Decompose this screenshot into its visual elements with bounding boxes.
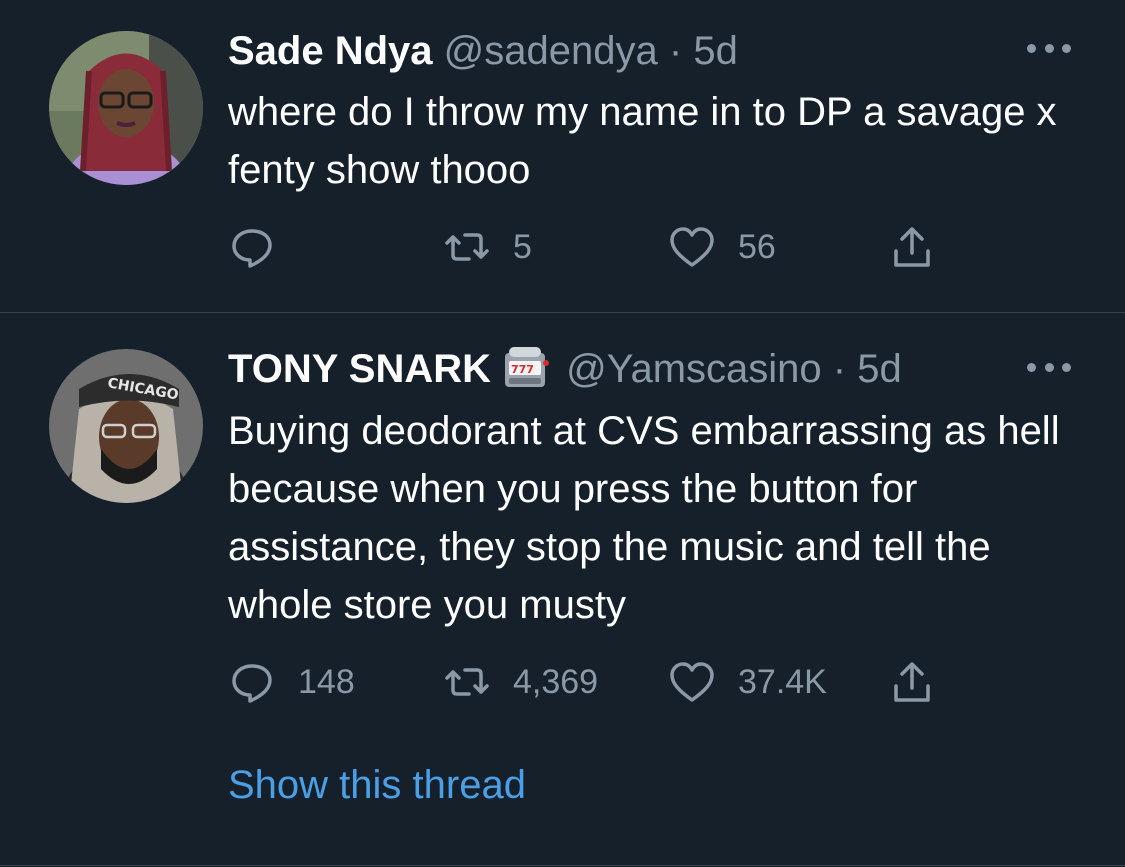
reply-icon xyxy=(228,658,276,706)
display-name[interactable]: TONY SNARK xyxy=(228,347,491,391)
share-button[interactable] xyxy=(888,657,936,707)
share-icon xyxy=(888,223,936,271)
handle[interactable]: @Yamscasino xyxy=(566,347,822,391)
like-count: 37.4K xyxy=(738,662,827,701)
timestamp[interactable]: 5d xyxy=(693,29,738,73)
like-button[interactable]: 37.4K xyxy=(668,657,827,707)
like-icon xyxy=(668,658,716,706)
timestamp[interactable]: 5d xyxy=(857,347,902,391)
separator: · xyxy=(832,347,847,391)
tweet-text: Buying deodorant at CVS embarrassing as … xyxy=(228,409,1060,627)
retweet-icon xyxy=(443,658,491,706)
tweet-header: TONY SNARK 777 @Yamscasino · 5d xyxy=(228,345,902,393)
more-icon[interactable] xyxy=(1027,357,1071,377)
tweet-text: where do I throw my name in to DP a sava… xyxy=(228,90,1057,192)
share-button[interactable] xyxy=(888,222,936,272)
handle[interactable]: @sadendya xyxy=(444,29,658,73)
reply-count: 148 xyxy=(298,662,355,701)
share-icon xyxy=(888,658,936,706)
retweet-count: 4,369 xyxy=(513,662,599,701)
reply-button[interactable] xyxy=(228,222,298,272)
display-name[interactable]: Sade Ndya xyxy=(228,29,433,73)
avatar[interactable] xyxy=(49,31,203,185)
svg-text:777: 777 xyxy=(511,363,534,376)
tweet-header: Sade Ndya @sadendya · 5d xyxy=(228,27,738,75)
more-icon[interactable] xyxy=(1027,38,1071,58)
retweet-icon xyxy=(443,223,491,271)
show-thread-link[interactable]: Show this thread xyxy=(228,763,526,808)
tweet[interactable]: CHICAGO TONY SNARK 777 @Yamscasino · 5d B… xyxy=(0,313,1125,866)
retweet-count: 5 xyxy=(513,227,532,266)
tweet[interactable]: Sade Ndya @sadendya · 5d where do I thro… xyxy=(0,0,1125,313)
reply-icon xyxy=(228,223,276,271)
like-icon xyxy=(668,223,716,271)
retweet-button[interactable]: 5 xyxy=(443,222,532,272)
like-count: 56 xyxy=(738,227,776,266)
slot-machine-emoji: 777 xyxy=(501,345,550,389)
like-button[interactable]: 56 xyxy=(668,222,776,272)
reply-button[interactable]: 148 xyxy=(228,657,355,707)
retweet-button[interactable]: 4,369 xyxy=(443,657,598,707)
avatar[interactable]: CHICAGO xyxy=(49,349,203,503)
separator: · xyxy=(668,29,683,73)
